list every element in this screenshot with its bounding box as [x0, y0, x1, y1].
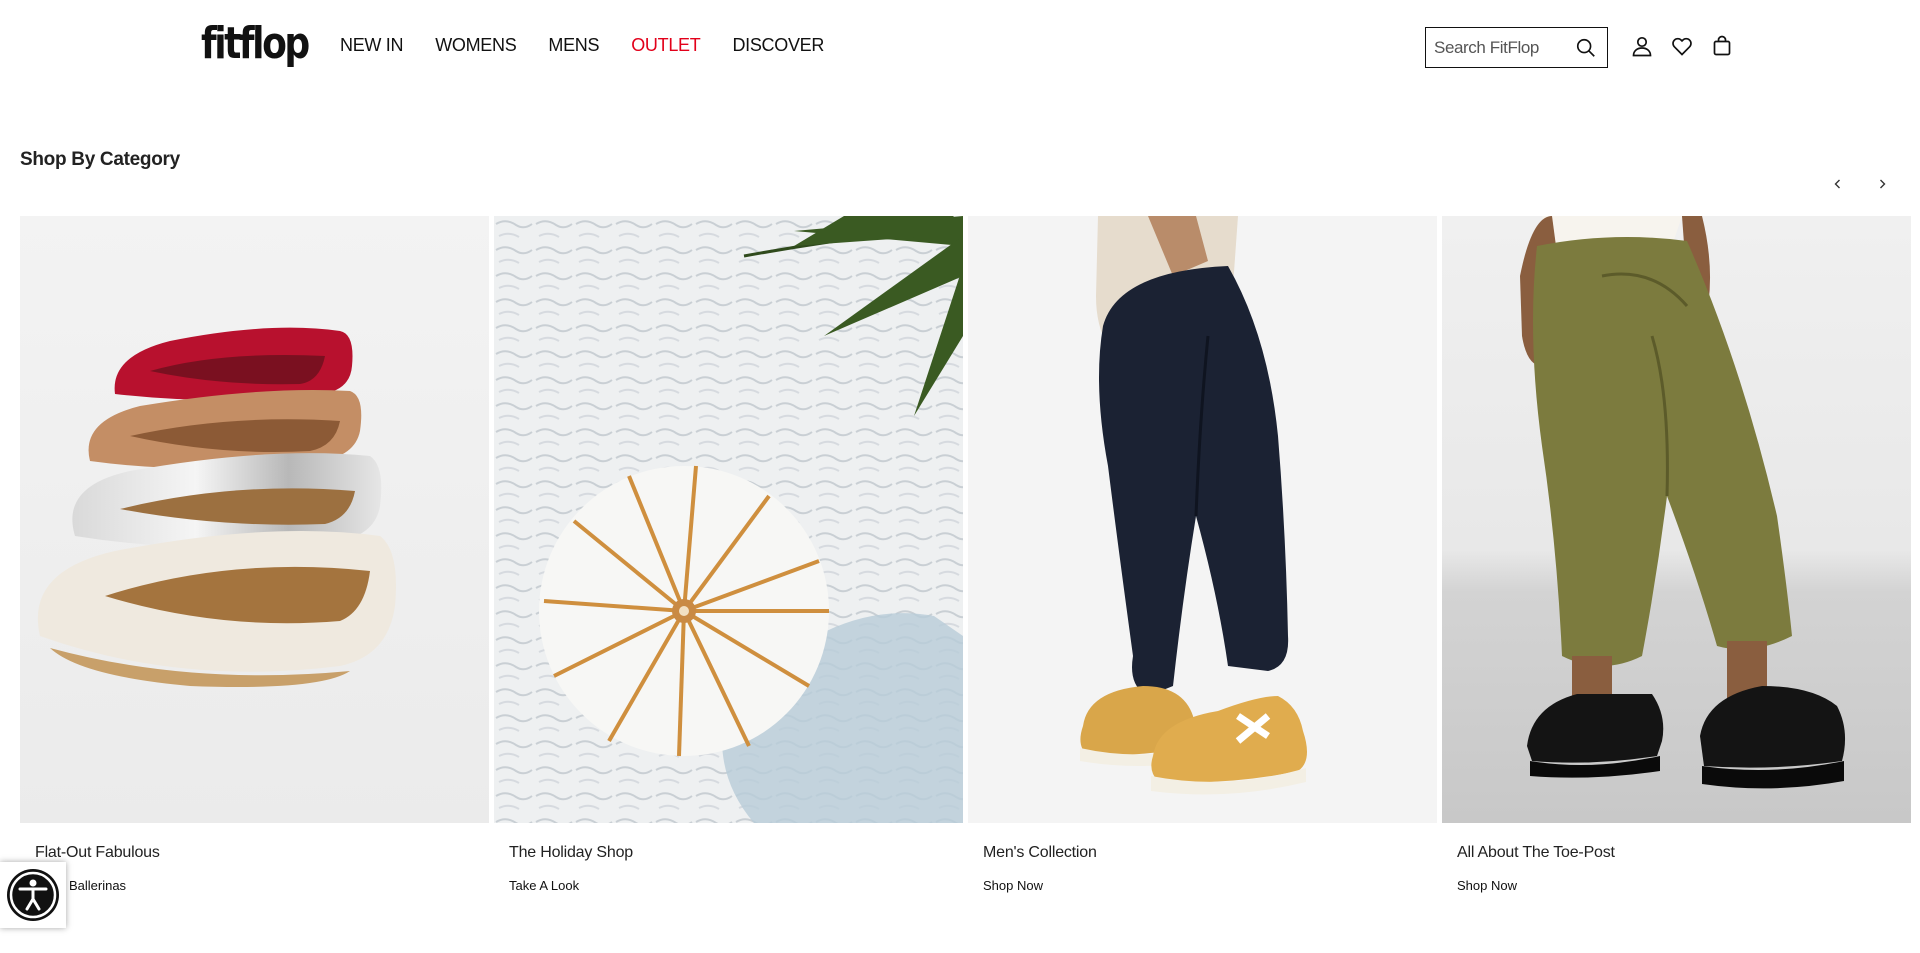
nav-mens[interactable]: MENS: [548, 35, 599, 56]
chevron-right-icon: [1880, 179, 1886, 189]
category-card[interactable]: Men's Collection Shop Now: [968, 216, 1437, 916]
card-title: All About The Toe-Post: [1457, 844, 1615, 861]
search-input[interactable]: [1434, 36, 1569, 60]
nav-outlet[interactable]: OUTLET: [631, 35, 701, 56]
card-title: The Holiday Shop: [509, 844, 633, 861]
card-link[interactable]: Shop Now: [983, 878, 1043, 893]
card-link[interactable]: Take A Look: [509, 878, 579, 893]
ballerina-flats-image: [20, 216, 489, 823]
main-nav: NEW IN WOMENS MENS OUTLET DISCOVER: [340, 35, 824, 56]
card-title: Men's Collection: [983, 844, 1097, 861]
search-icon[interactable]: [1575, 37, 1597, 59]
nav-new-in[interactable]: NEW IN: [340, 35, 404, 56]
carousel-prev-button[interactable]: [1826, 172, 1850, 196]
shopping-bag-icon[interactable]: [1710, 34, 1734, 58]
mens-sneakers-image: [968, 216, 1437, 823]
accessibility-button[interactable]: [0, 862, 66, 928]
cropped-text-strip: [28, 80, 218, 94]
category-card[interactable]: The Holiday Shop Take A Look: [494, 216, 963, 916]
accessibility-icon: [7, 869, 59, 921]
nav-discover[interactable]: DISCOVER: [732, 35, 824, 56]
nav-womens[interactable]: WOMENS: [435, 35, 517, 56]
user-icon[interactable]: [1630, 34, 1654, 58]
site-header: fitflop NEW IN WOMENS MENS OUTLET DISCOV…: [0, 0, 1920, 82]
category-card[interactable]: All About The Toe-Post Shop Now: [1442, 216, 1911, 916]
fitflop-logo[interactable]: fitflop: [201, 20, 310, 68]
search-box: [1425, 27, 1608, 68]
section-title: Shop By Category: [20, 149, 180, 170]
card-link[interactable]: Shop Now: [1457, 878, 1517, 893]
carousel-next-button[interactable]: [1870, 172, 1894, 196]
beach-umbrella-image: [494, 216, 963, 823]
card-title: Flat-Out Fabulous: [35, 844, 160, 861]
toe-post-platform-image: [1442, 216, 1911, 823]
chevron-left-icon: [1834, 179, 1840, 189]
category-carousel: Flat-Out Fabulous Shop Ballerinas The Ho…: [20, 216, 1911, 916]
heart-icon[interactable]: [1670, 34, 1694, 58]
category-card[interactable]: Flat-Out Fabulous Shop Ballerinas: [20, 216, 489, 916]
